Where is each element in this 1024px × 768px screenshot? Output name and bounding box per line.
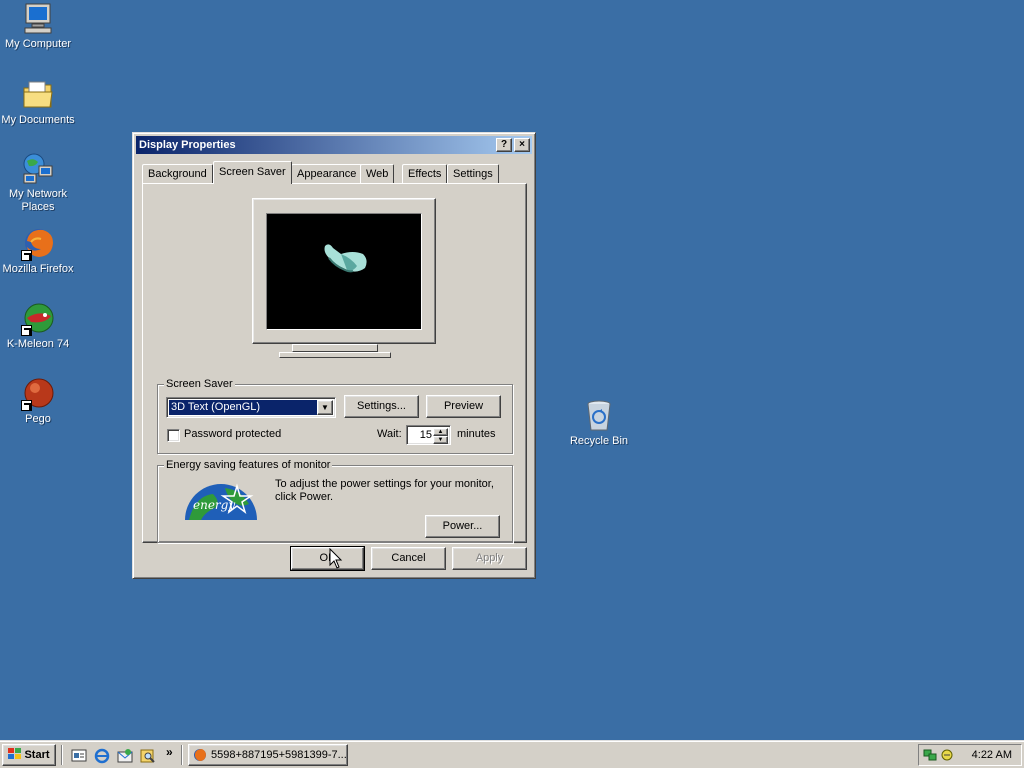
- folder-icon: [21, 78, 55, 112]
- system-tray: 4:22 AM: [918, 744, 1022, 766]
- desktop-icon-recycle-bin[interactable]: Recycle Bin: [561, 399, 637, 448]
- shortcut-arrow-icon: [21, 400, 32, 411]
- wait-label: Wait:: [377, 428, 402, 440]
- 3d-text-preview-icon: [324, 244, 367, 273]
- desktop-icon-label: My Computer: [4, 38, 72, 50]
- wait-value: 15: [419, 429, 432, 441]
- preview-button[interactable]: Preview: [426, 395, 501, 418]
- energy-saving-group: Energy saving features of monitor energy…: [157, 458, 513, 543]
- group-label: Screen Saver: [164, 377, 235, 391]
- taskbar-button-label: 5598+887195+5981399-7...: [211, 749, 347, 761]
- preview-screen: [266, 213, 422, 330]
- energy-description: To adjust the power settings for your mo…: [275, 478, 494, 503]
- display-properties-window: Display Properties ? × Background Screen…: [132, 132, 536, 579]
- ok-button[interactable]: OK: [290, 546, 365, 571]
- start-label: Start: [24, 749, 50, 761]
- desktop-icon-label: My Documents: [1, 114, 75, 126]
- close-button[interactable]: ×: [514, 138, 530, 152]
- button-label: Power...: [442, 520, 483, 532]
- button-label: Cancel: [391, 552, 426, 564]
- spin-up-icon[interactable]: ▲: [433, 428, 448, 436]
- internet-explorer-icon[interactable]: [94, 748, 110, 764]
- firefox-icon: [21, 227, 55, 261]
- tab-screen-saver[interactable]: Screen Saver: [213, 161, 292, 184]
- taskbar-separator: [61, 745, 63, 765]
- password-protected-checkbox[interactable]: [167, 429, 180, 442]
- shortcut-arrow-icon: [21, 325, 32, 336]
- settings-button[interactable]: Settings...: [344, 395, 419, 418]
- taskbar-button-firefox-window[interactable]: 5598+887195+5981399-7...: [188, 744, 348, 766]
- show-desktop-icon[interactable]: [71, 748, 87, 764]
- windows-logo-icon: [8, 747, 22, 759]
- tab-settings[interactable]: Settings: [447, 164, 499, 183]
- outlook-express-icon[interactable]: [117, 748, 133, 764]
- taskbar: Start » 5598+887195+5981399-7... 4:22 AM: [0, 740, 1024, 768]
- spin-down-icon[interactable]: ▼: [433, 436, 448, 444]
- close-icon: ×: [519, 139, 525, 150]
- tab-label: Background: [148, 168, 207, 180]
- desktop-icon-label: Pego: [25, 413, 51, 425]
- power-button[interactable]: Power...: [425, 515, 500, 538]
- desktop-icon-k-meleon[interactable]: K-Meleon 74: [0, 302, 76, 351]
- volume-tray-icon[interactable]: [940, 748, 954, 762]
- button-label: Preview: [443, 400, 484, 412]
- help-icon: ?: [500, 139, 508, 150]
- network-tray-icon[interactable]: [923, 748, 937, 762]
- tab-label: Settings: [453, 168, 493, 180]
- desktop-icon-mozilla-firefox[interactable]: Mozilla Firefox: [0, 227, 76, 276]
- dropdown-arrow-icon[interactable]: ▼: [317, 400, 333, 415]
- monitor-preview: [252, 198, 436, 344]
- desktop-icon-label: Recycle Bin: [569, 435, 629, 447]
- help-button[interactable]: ?: [496, 138, 512, 152]
- shortcut-arrow-icon: [21, 250, 32, 261]
- monitor-base: [279, 352, 391, 358]
- wait-minutes-spinner[interactable]: 15 ▲ ▼: [406, 425, 451, 445]
- energy-star-logo: energy: [185, 478, 257, 520]
- desktop-icon-label: Mozilla Firefox: [2, 263, 74, 275]
- button-label: Settings...: [357, 400, 406, 412]
- desktop-icon-my-computer[interactable]: My Computer: [0, 2, 76, 51]
- pego-icon: [21, 377, 55, 411]
- desktop-icon-my-documents[interactable]: My Documents: [0, 78, 76, 127]
- desktop-icon-label: K-Meleon 74: [6, 338, 70, 350]
- monitor-stand: [292, 344, 378, 352]
- cancel-button[interactable]: Cancel: [371, 547, 446, 570]
- quick-launch-chevron[interactable]: »: [166, 745, 173, 759]
- mouse-cursor-icon: [329, 547, 343, 573]
- tab-label: Appearance: [297, 168, 357, 180]
- tab-label: Web: [366, 168, 389, 180]
- network-icon: [21, 152, 55, 186]
- clock[interactable]: 4:22 AM: [972, 749, 1012, 761]
- screen-saver-group: Screen Saver 3D Text (OpenGL) ▼ Settings…: [157, 377, 513, 454]
- tab-label: Effects: [408, 168, 442, 180]
- screen-saver-panel: Screen Saver 3D Text (OpenGL) ▼ Settings…: [142, 183, 527, 543]
- tab-appearance[interactable]: Appearance: [291, 164, 363, 183]
- firefox-icon: [193, 748, 207, 762]
- desktop-icon-label: My Network Places: [8, 188, 68, 213]
- wait-unit-label: minutes: [457, 428, 496, 440]
- screen-saver-select[interactable]: 3D Text (OpenGL) ▼: [166, 397, 336, 418]
- tab-background[interactable]: Background: [142, 164, 213, 183]
- computer-icon: [21, 2, 55, 36]
- apply-button[interactable]: Apply: [452, 547, 527, 570]
- tab-effects[interactable]: Effects: [402, 164, 448, 183]
- search-icon[interactable]: [140, 748, 156, 764]
- button-label: Apply: [475, 552, 504, 564]
- energy-logo-text: energy: [193, 498, 236, 512]
- recycle-bin-icon: [582, 399, 616, 433]
- desktop-icon-pego[interactable]: Pego: [0, 377, 76, 426]
- window-title: Display Properties: [139, 139, 236, 151]
- tab-web[interactable]: Web: [360, 164, 395, 183]
- start-button[interactable]: Start: [2, 744, 56, 766]
- desktop-icon-my-network-places[interactable]: My Network Places: [0, 152, 76, 214]
- title-bar[interactable]: Display Properties ? ×: [136, 136, 532, 154]
- taskbar-separator: [181, 745, 183, 765]
- k-meleon-icon: [21, 302, 55, 336]
- group-label: Energy saving features of monitor: [164, 458, 333, 472]
- selected-screen-saver: 3D Text (OpenGL): [169, 400, 317, 415]
- password-protected-label[interactable]: Password protected: [184, 428, 281, 440]
- tab-label: Screen Saver: [219, 166, 286, 178]
